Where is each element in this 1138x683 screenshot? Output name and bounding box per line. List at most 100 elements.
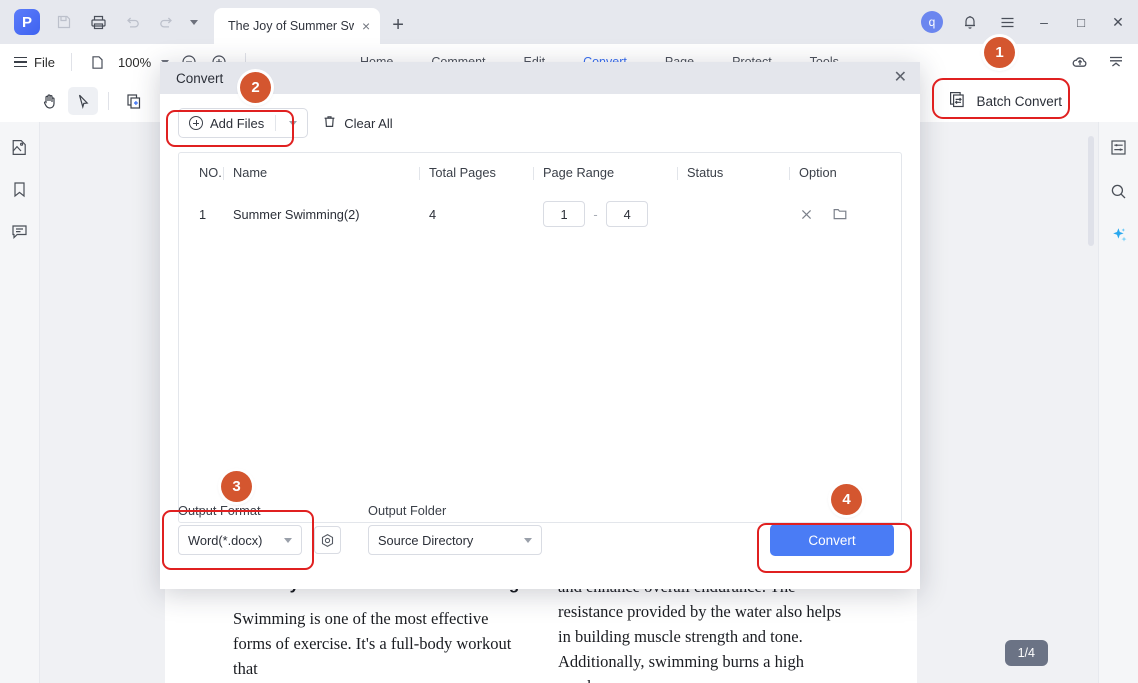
document-right-column: and enhance overall endurance. The resis…: [558, 574, 849, 683]
vertical-scrollbar[interactable]: [1088, 136, 1094, 246]
maximize-button[interactable]: □: [1071, 12, 1091, 32]
divider: [71, 53, 72, 71]
cloud-upload-icon[interactable]: [1070, 52, 1090, 72]
column-name: Name: [233, 153, 429, 191]
page-range-from-input[interactable]: 1: [543, 201, 585, 227]
file-table: NO. Name Total Pages Page Range Status O…: [179, 153, 909, 237]
table-header-row: NO. Name Total Pages Page Range Status O…: [179, 153, 909, 191]
dialog-body: Add Files Clear All: [160, 94, 920, 589]
hand-tool-icon[interactable]: [34, 87, 64, 115]
document-tab[interactable]: The Joy of Summer Swi... ×: [214, 8, 380, 44]
document-left-column: The Physical Benefits of Swimming Swimmi…: [233, 574, 524, 683]
bell-icon[interactable]: [960, 12, 980, 32]
ribbon-right-group: [1070, 44, 1126, 80]
output-folder-label: Output Folder: [368, 503, 542, 518]
convert-button-label: Convert: [808, 533, 855, 548]
page-fit-icon[interactable]: [88, 52, 108, 72]
dialog-toolbar: Add Files Clear All: [178, 108, 902, 138]
cell-no: 1: [179, 191, 233, 237]
file-table-head: NO. Name Total Pages Page Range Status O…: [179, 153, 909, 191]
thumbnails-icon[interactable]: [9, 136, 31, 158]
page-range-to-input[interactable]: 4: [606, 201, 648, 227]
open-folder-icon[interactable]: [832, 206, 848, 222]
step-badge-3: 3: [221, 471, 252, 502]
left-sidebar: [0, 122, 40, 683]
batch-convert-label: Batch Convert: [976, 94, 1062, 109]
zoom-level[interactable]: 100%: [118, 55, 151, 70]
batch-convert-icon: [948, 90, 967, 112]
output-format-select[interactable]: Word(*.docx): [178, 525, 302, 555]
app-window: P: [0, 0, 1138, 683]
document-paragraph-left: Swimming is one of the most effective fo…: [233, 606, 524, 681]
right-sidebar: [1098, 122, 1138, 683]
document-columns: The Physical Benefits of Swimming Swimmi…: [165, 574, 917, 683]
column-no: NO.: [179, 153, 233, 191]
window-close-button[interactable]: ✕: [1108, 12, 1128, 32]
avatar[interactable]: q: [921, 11, 943, 33]
cell-option: [799, 191, 909, 237]
cell-status: [687, 191, 799, 237]
chevron-down-icon: [284, 538, 292, 543]
file-menu-button[interactable]: File: [14, 55, 55, 70]
remove-file-icon[interactable]: [799, 207, 814, 222]
cell-total-pages: 4: [429, 191, 543, 237]
range-dash: -: [589, 207, 603, 222]
collapse-ribbon-icon[interactable]: [1106, 52, 1126, 72]
chevron-down-icon: [524, 538, 532, 543]
file-menu-label: File: [34, 55, 55, 70]
trash-icon: [322, 114, 337, 132]
print-icon[interactable]: [88, 12, 108, 32]
convert-button[interactable]: Convert: [770, 524, 894, 556]
hamburger-icon[interactable]: [997, 12, 1017, 32]
file-table-body: 1 Summer Swimming(2) 4 1 - 4: [179, 191, 909, 237]
document-tab-label: The Joy of Summer Swi...: [228, 19, 354, 33]
new-tab-button[interactable]: +: [392, 15, 404, 35]
step-badge-1: 1: [984, 37, 1015, 68]
add-files-button[interactable]: Add Files: [178, 108, 308, 138]
column-total-pages: Total Pages: [429, 153, 543, 191]
column-page-range: Page Range: [543, 153, 687, 191]
properties-icon[interactable]: [1108, 136, 1130, 158]
dialog-footer: Output Format Word(*.docx) Output Folder…: [178, 503, 902, 573]
column-status: Status: [687, 153, 799, 191]
column-option: Option: [799, 153, 909, 191]
output-format-label: Output Format: [178, 503, 302, 518]
ai-sparkle-icon[interactable]: [1108, 224, 1130, 246]
document-tab-strip: The Joy of Summer Swi... × +: [214, 0, 404, 44]
chevron-down-icon[interactable]: [289, 121, 297, 126]
add-page-icon[interactable]: [119, 87, 149, 115]
step-badge-4: 4: [831, 484, 862, 515]
minimize-button[interactable]: –: [1034, 12, 1054, 32]
output-folder-group: Output Folder Source Directory: [368, 503, 542, 555]
cell-page-range: 1 - 4: [543, 191, 687, 237]
cell-name: Summer Swimming(2): [233, 191, 429, 237]
plus-circle-icon: [189, 116, 203, 130]
clear-all-button[interactable]: Clear All: [322, 108, 402, 138]
dialog-close-icon[interactable]: ✕: [894, 68, 907, 88]
clear-all-label: Clear All: [344, 116, 392, 131]
search-icon[interactable]: [1108, 180, 1130, 202]
window-controls: q – □ ✕: [921, 0, 1128, 44]
add-files-label: Add Files: [210, 116, 264, 131]
select-tool-icon[interactable]: [68, 87, 98, 115]
close-icon[interactable]: ×: [362, 19, 370, 33]
convert-dialog: Convert ✕ Add Files Clear All: [160, 62, 920, 589]
output-folder-select[interactable]: Source Directory: [368, 525, 542, 555]
document-paragraph-right: and enhance overall endurance. The resis…: [558, 574, 849, 683]
title-bar: P: [0, 0, 1138, 44]
redo-icon[interactable]: [156, 12, 176, 32]
menu-icon: [14, 57, 27, 68]
save-icon[interactable]: [54, 12, 74, 32]
batch-convert-button[interactable]: Batch Convert: [934, 82, 1076, 120]
format-settings-button[interactable]: [314, 526, 341, 554]
dialog-header: Convert ✕: [160, 62, 920, 94]
file-list: NO. Name Total Pages Page Range Status O…: [178, 152, 902, 523]
chevron-down-icon[interactable]: [190, 20, 198, 25]
page-indicator: 1/4: [1005, 640, 1048, 666]
app-logo: P: [14, 9, 40, 35]
undo-icon[interactable]: [122, 12, 142, 32]
table-row[interactable]: 1 Summer Swimming(2) 4 1 - 4: [179, 191, 909, 237]
output-format-value: Word(*.docx): [188, 533, 262, 548]
bookmark-icon[interactable]: [9, 178, 31, 200]
comment-icon[interactable]: [9, 220, 31, 242]
